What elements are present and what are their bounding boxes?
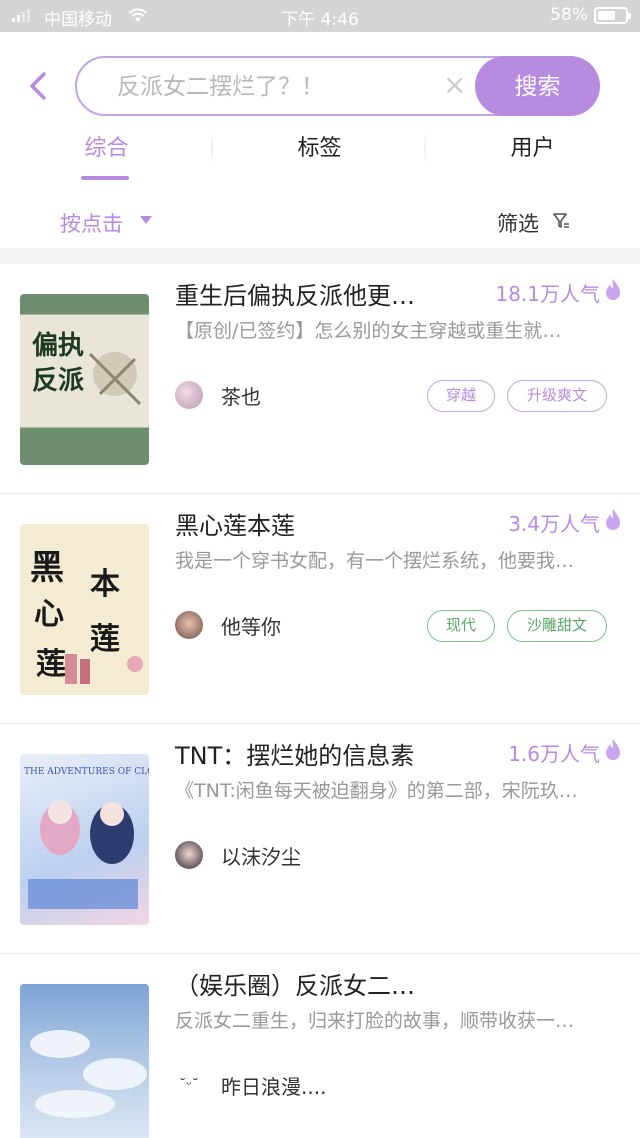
book-cover[interactable]: [20, 984, 149, 1138]
book-title[interactable]: TNT：摆烂她的信息素: [175, 736, 465, 771]
status-bar: 中国移动 下午 4:46 58%: [0, 0, 640, 32]
book-description: 反派女二重生，归来打脸的故事，顺带收获一…: [175, 1010, 575, 1032]
cover-artwork-image: THE ADVENTURES OF CLOUDS: [24, 767, 149, 909]
battery-icon: [594, 7, 631, 24]
genre-tag[interactable]: 穿越: [427, 380, 495, 412]
filter-funnel-icon[interactable]: [552, 211, 570, 231]
author-name[interactable]: 他等你: [221, 611, 281, 640]
book-item[interactable]: THE ADVENTURES OF CLOUDS TNT：摆烂她的信息素 1.6…: [0, 724, 640, 954]
svg-text:黑: 黑: [30, 548, 64, 588]
author-avatar[interactable]: [175, 381, 203, 409]
cover-artwork-image: 黑 本 心 莲 莲: [30, 548, 143, 684]
filter-button[interactable]: 筛选: [497, 208, 539, 238]
sort-dropdown[interactable]: 按点击: [60, 208, 123, 238]
svg-text:莲: 莲: [36, 647, 66, 682]
svg-text:本: 本: [90, 567, 120, 602]
genre-tag[interactable]: 沙雕甜文: [507, 610, 607, 642]
author-name[interactable]: 茶也: [221, 381, 261, 410]
book-item[interactable]: 黑 本 心 莲 莲 黑心莲本莲 3.4万人气 我是一个穿书女配，有一个摆烂系统，…: [0, 494, 640, 724]
tab-users[interactable]: 用户: [426, 130, 639, 162]
clock: 下午 4:46: [281, 10, 359, 30]
author-name[interactable]: 昨日浪漫....: [221, 1071, 326, 1100]
author-name[interactable]: 以沫汐尘: [221, 841, 301, 870]
genre-tag[interactable]: 现代: [427, 610, 495, 642]
tab-bar: 综合 标签 用户: [0, 120, 640, 180]
genre-tag[interactable]: 升级爽文: [507, 380, 607, 412]
cover-artwork-image: 偏执 反派: [32, 330, 142, 406]
flame-icon: [606, 739, 620, 760]
popularity-count: 1.6万人气: [508, 742, 600, 766]
svg-text:心: 心: [34, 597, 64, 632]
book-cover[interactable]: THE ADVENTURES OF CLOUDS: [20, 754, 149, 925]
search-input[interactable]: [117, 70, 427, 104]
section-divider: [0, 248, 640, 264]
book-item[interactable]: （娱乐圈）反派女二… 反派女二重生，归来打脸的故事，顺带收获一… ˘ᵕ˘ 昨日浪…: [0, 954, 640, 1138]
flame-icon: [606, 279, 620, 300]
cover-title-text: THE ADVENTURES OF CLOUDS: [24, 767, 149, 777]
book-description: 《TNT:闲鱼每天被迫翻身》的第二部，宋阮玖…: [175, 780, 578, 802]
search-bar: × 搜索: [75, 56, 600, 116]
book-item[interactable]: 偏执 反派 重生后偏执反派他更… 18.1万人气 【原创/已签约】怎么别的女主穿…: [0, 264, 640, 494]
tab-overview[interactable]: 综合: [0, 130, 213, 162]
book-cover[interactable]: 偏执 反派: [20, 294, 149, 465]
svg-text:莲: 莲: [90, 622, 120, 657]
tab-tags[interactable]: 标签: [213, 130, 426, 162]
book-description: 【原创/已签约】怎么别的女主穿越或重生就…: [175, 320, 562, 342]
svg-text:偏执: 偏执: [32, 330, 84, 361]
author-avatar[interactable]: ˘ᵕ˘: [175, 1071, 203, 1099]
cover-artwork-image: [30, 1030, 147, 1118]
back-arrow-icon[interactable]: [26, 70, 54, 102]
clear-icon[interactable]: ×: [443, 71, 466, 99]
book-title[interactable]: 重生后偏执反派他更…: [175, 276, 465, 311]
popularity-count: 3.4万人气: [508, 512, 600, 536]
book-description: 我是一个穿书女配，有一个摆烂系统，他要我…: [175, 550, 575, 572]
author-avatar[interactable]: [175, 841, 203, 869]
active-tab-indicator: [81, 176, 129, 180]
popularity-count: 18.1万人气: [495, 282, 600, 306]
caret-down-icon[interactable]: [140, 216, 152, 224]
flame-icon: [606, 509, 620, 530]
book-title[interactable]: 黑心莲本莲: [175, 506, 465, 541]
svg-text:反派: 反派: [32, 366, 84, 396]
book-title[interactable]: （娱乐圈）反派女二…: [175, 966, 465, 1001]
book-cover[interactable]: 黑 本 心 莲 莲: [20, 524, 149, 695]
battery-percent: 58%: [550, 5, 588, 25]
search-button[interactable]: 搜索: [475, 56, 600, 116]
author-avatar[interactable]: [175, 611, 203, 639]
